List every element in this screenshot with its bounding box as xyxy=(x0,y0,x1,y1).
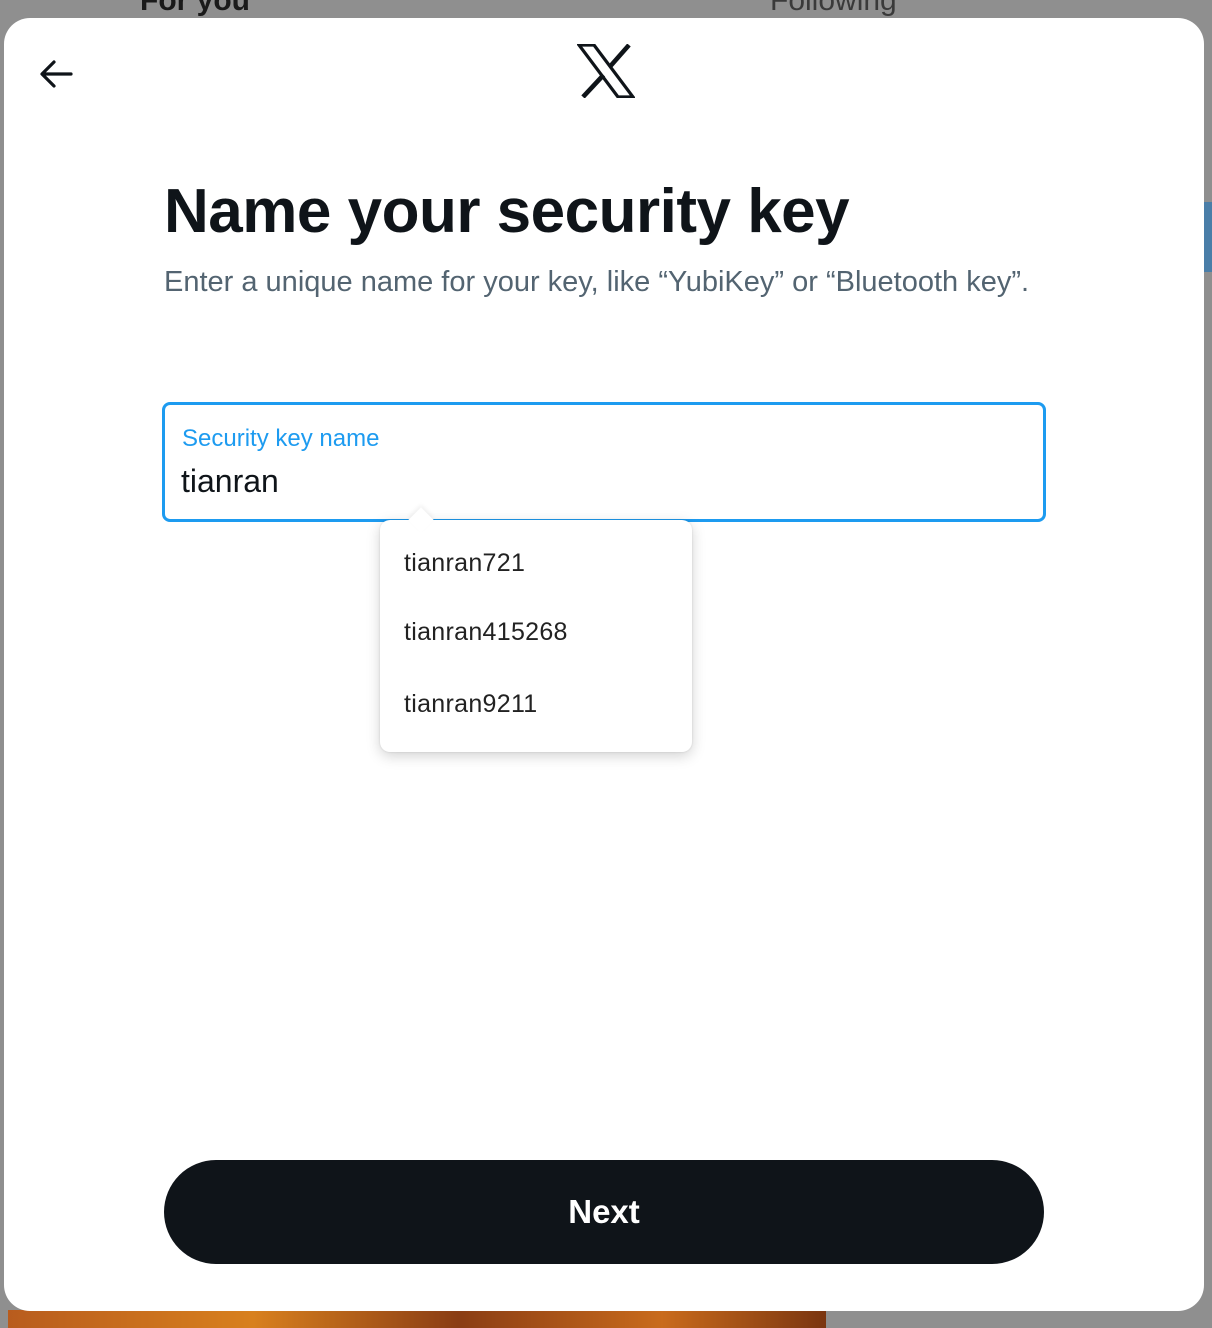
tab-following[interactable]: Following xyxy=(770,0,897,18)
background-tabs: For you Following xyxy=(0,0,1212,20)
background-accent xyxy=(1203,202,1212,272)
security-key-name-field[interactable]: Security key name xyxy=(162,402,1046,522)
page-title: Name your security key xyxy=(164,177,850,246)
arrow-left-icon xyxy=(39,59,73,94)
back-button[interactable] xyxy=(32,52,80,100)
autocomplete-option[interactable]: tianran9211 xyxy=(380,668,692,740)
autocomplete-option[interactable]: tianran721 xyxy=(380,530,692,596)
security-key-modal: Name your security key Enter a unique na… xyxy=(4,18,1204,1311)
security-key-name-input[interactable] xyxy=(181,463,1021,500)
autocomplete-dropdown: tianran721 tianran415268 tianran9211 xyxy=(380,507,692,752)
tab-for-you[interactable]: For you xyxy=(140,0,250,18)
autocomplete-list: tianran721 tianran415268 tianran9211 xyxy=(380,520,692,740)
autocomplete-option[interactable]: tianran415268 xyxy=(380,596,692,668)
field-label: Security key name xyxy=(182,425,380,452)
next-button[interactable]: Next xyxy=(164,1160,1044,1264)
page-subtitle: Enter a unique name for your key, like “… xyxy=(164,266,1030,298)
background-image xyxy=(8,1310,826,1328)
x-logo-icon xyxy=(575,43,637,99)
